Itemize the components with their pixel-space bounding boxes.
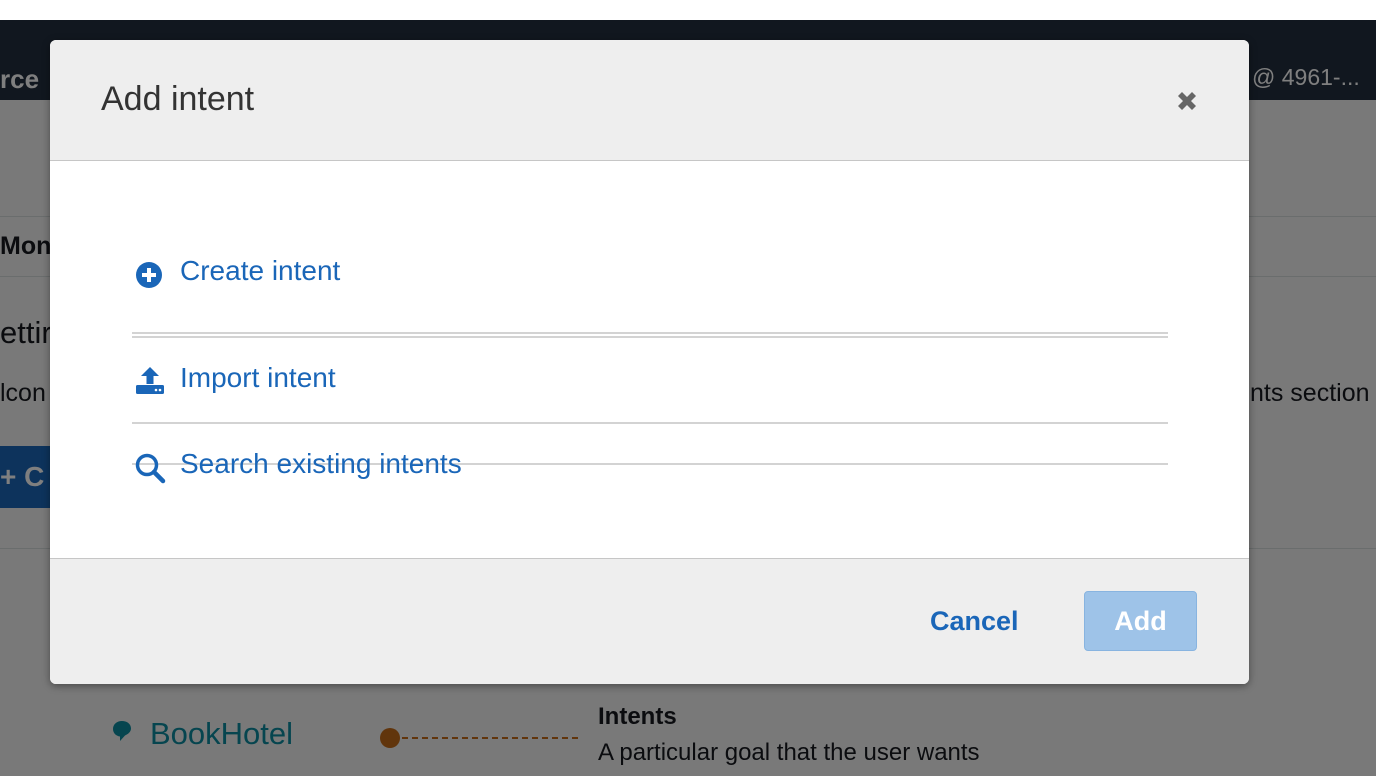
close-icon[interactable] — [1174, 88, 1200, 114]
dialog-footer: Cancel Add — [50, 558, 1249, 684]
browser-top-strip — [0, 0, 1376, 20]
cancel-button[interactable]: Cancel — [930, 606, 1019, 637]
option-import-intent-target[interactable]: Import intent — [132, 342, 1168, 420]
upload-icon — [136, 367, 164, 394]
dialog-title: Add intent — [101, 80, 255, 118]
page: rce @ 4961-... Mon ettir lcon nts sectio… — [0, 0, 1376, 776]
dialog-header: Add intent — [50, 40, 1249, 161]
option-divider-1 — [132, 336, 1168, 338]
option-search-intents-target[interactable]: Search existing intents — [132, 428, 1168, 506]
option-import-intent-label: Import intent — [180, 362, 336, 393]
option-create-intent-label: Create intent — [180, 255, 341, 286]
option-create-intent[interactable]: Create intent — [132, 248, 1168, 334]
search-icon — [135, 453, 166, 484]
add-button[interactable]: Add — [1084, 591, 1197, 651]
plus-circle-icon — [136, 262, 162, 288]
option-divider-2 — [132, 422, 1168, 424]
option-search-intents-label: Search existing intents — [180, 448, 462, 479]
